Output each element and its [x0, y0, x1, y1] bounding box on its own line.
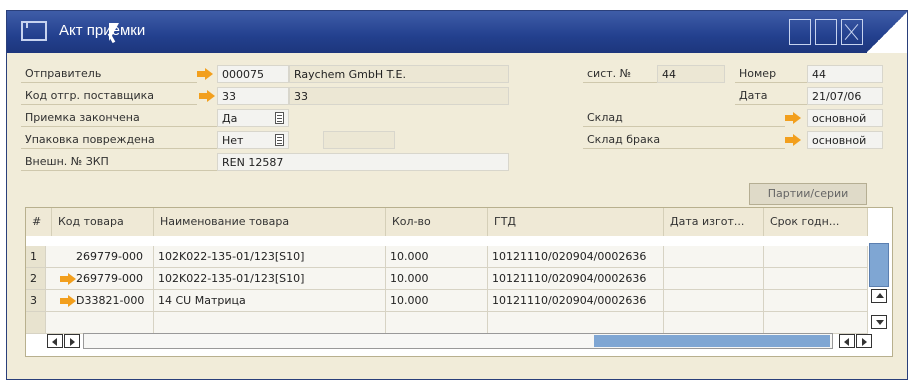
title-corner [867, 11, 907, 53]
warehouse-label: Склад [587, 111, 623, 124]
row-number[interactable] [26, 312, 46, 334]
arrow-left-icon [52, 338, 57, 346]
column-header-quantity[interactable]: Кол-во [386, 208, 488, 236]
cell-gtd[interactable]: 10121110/020904/0002636 [488, 268, 664, 290]
arrow-right-icon [862, 338, 867, 346]
defect-warehouse-link-arrow-icon[interactable] [785, 134, 801, 146]
item-link-arrow-icon[interactable] [60, 273, 76, 285]
cell-expiry-date[interactable] [764, 312, 868, 334]
cell-item-name[interactable]: 102K022-135-01/123[S10] [154, 246, 386, 268]
minimize-button[interactable] [789, 19, 811, 45]
number-field[interactable]: 44 [807, 65, 883, 83]
column-header-item-code[interactable]: Код товара [52, 208, 154, 236]
vertical-scroll-thumb[interactable] [869, 243, 889, 287]
sender-label: Отправитель [25, 67, 102, 80]
column-header-number[interactable]: # [26, 208, 52, 236]
receipt-window: Акт приемки Отправитель 000075 Raychem G… [6, 10, 908, 380]
close-button[interactable] [841, 19, 863, 45]
horizontal-scrollbar[interactable] [83, 333, 833, 349]
cell-manufacture-date[interactable] [664, 312, 764, 334]
column-header-manufacture-date[interactable]: Дата изгот... [664, 208, 764, 236]
arrow-down-icon [876, 320, 884, 325]
scroll-left-button[interactable] [47, 334, 63, 348]
document-icon [21, 21, 47, 41]
cell-expiry-date[interactable] [764, 268, 868, 290]
maximize-button[interactable] [815, 19, 837, 45]
column-header-expiry-date[interactable]: Срок годн... [764, 208, 868, 236]
cell-manufacture-date[interactable] [664, 268, 764, 290]
row-number[interactable]: 1 [26, 246, 46, 268]
cell-item-name[interactable]: 14 CU Матрица [154, 290, 386, 312]
supplier-link-arrow-icon[interactable] [199, 90, 215, 102]
mouse-cursor-icon [109, 23, 119, 41]
scroll-right-end-button[interactable] [856, 334, 872, 348]
horizontal-scroll-thumb[interactable] [594, 335, 830, 347]
arrow-left-icon [844, 338, 849, 346]
cell-quantity[interactable]: 10.000 [386, 268, 488, 290]
batches-button[interactable]: Партии/серии [749, 183, 867, 205]
cell-quantity[interactable] [386, 312, 488, 334]
arrow-up-icon [876, 293, 884, 298]
defect-warehouse-field[interactable]: основной [807, 131, 883, 149]
arrow-right-icon [70, 338, 75, 346]
cell-expiry-date[interactable] [764, 246, 868, 268]
cell-item-name[interactable]: 102K022-135-01/123[S10] [154, 268, 386, 290]
row-number[interactable]: 2 [26, 268, 46, 290]
sender-name-field[interactable]: Raychem GmbH T.E. [289, 65, 509, 83]
sender-link-arrow-icon[interactable] [197, 68, 213, 80]
scroll-left-end-button[interactable] [839, 334, 855, 348]
cell-gtd[interactable]: 10121110/020904/0002636 [488, 290, 664, 312]
date-field[interactable]: 21/07/06 [807, 87, 883, 105]
sys-no-field[interactable]: 44 [657, 65, 725, 83]
ext-no-label: Внешн. № ЗКП [25, 155, 109, 168]
cell-gtd[interactable]: 10121110/020904/0002636 [488, 246, 664, 268]
cell-item-name[interactable] [154, 312, 386, 334]
row-number[interactable]: 3 [26, 290, 46, 312]
date-label: Дата [739, 89, 768, 102]
cell-item-code[interactable]: 269779-000 [46, 246, 154, 268]
warehouse-link-arrow-icon[interactable] [785, 112, 801, 124]
cell-gtd[interactable] [488, 312, 664, 334]
ext-no-field[interactable]: REN 12587 [217, 153, 509, 171]
scroll-down-button[interactable] [871, 315, 887, 329]
title-bar[interactable]: Акт приемки [7, 11, 907, 53]
package-damaged-label: Упаковка повреждена [25, 133, 155, 146]
cell-quantity[interactable]: 10.000 [386, 246, 488, 268]
item-link-arrow-icon[interactable] [60, 295, 76, 307]
receipt-done-label: Приемка закончена [25, 111, 140, 124]
cell-manufacture-date[interactable] [664, 246, 764, 268]
vertical-scrollbar[interactable] [869, 243, 889, 335]
cell-quantity[interactable]: 10.000 [386, 290, 488, 312]
package-damaged-list-icon[interactable] [275, 134, 284, 146]
supplier-code2-field[interactable]: 33 [289, 87, 509, 105]
column-header-item-name[interactable]: Наименование товара [154, 208, 386, 236]
cell-expiry-date[interactable] [764, 290, 868, 312]
cell-item-code[interactable] [46, 312, 154, 334]
scroll-right-button[interactable] [64, 334, 80, 348]
supplier-code-label: Код отгр. поставщика [25, 89, 155, 102]
column-header-gtd[interactable]: ГТД [488, 208, 664, 236]
number-label: Номер [739, 67, 777, 80]
sender-code-field[interactable]: 000075 [217, 65, 289, 83]
receipt-done-list-icon[interactable] [275, 112, 284, 124]
warehouse-field[interactable]: основной [807, 109, 883, 127]
cell-manufacture-date[interactable] [664, 290, 764, 312]
scroll-up-button[interactable] [871, 289, 887, 303]
defect-warehouse-label: Склад брака [587, 133, 661, 146]
supplier-code-field[interactable]: 33 [217, 87, 289, 105]
sys-no-label: сист. № [587, 67, 632, 80]
window-title: Акт приемки [59, 22, 146, 39]
package-damaged-extra-field [323, 131, 395, 149]
